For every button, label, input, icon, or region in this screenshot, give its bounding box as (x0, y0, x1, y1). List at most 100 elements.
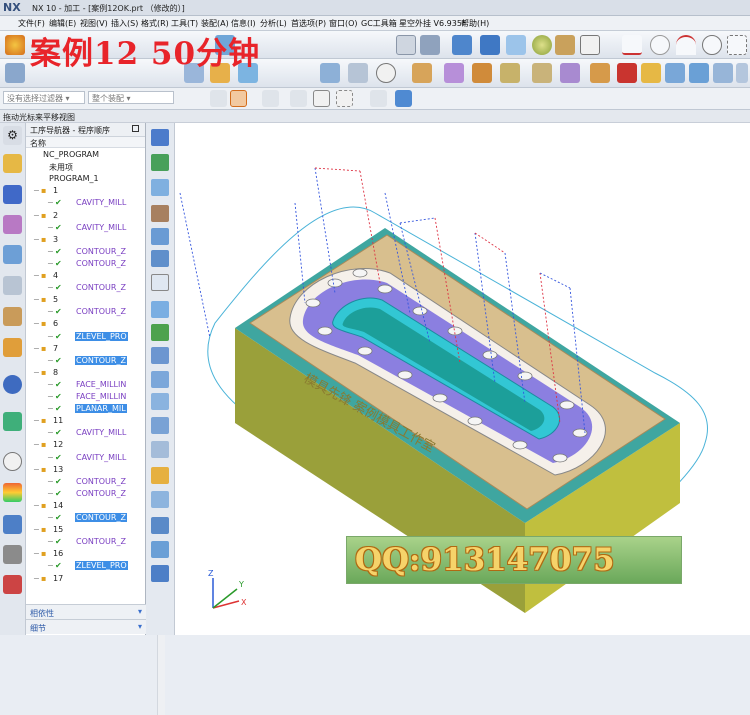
section-icon[interactable] (555, 35, 575, 55)
tree-group-row[interactable]: − ▪ 7 (26, 343, 138, 355)
expand-toggle-icon[interactable]: − (47, 537, 54, 546)
tree-operation-row[interactable]: − ✔ CONTOUR_Z (26, 536, 138, 548)
expand-toggle-icon[interactable]: − (47, 283, 54, 292)
box-icon-5[interactable] (532, 63, 552, 83)
expand-toggle-icon[interactable]: − (33, 295, 40, 304)
details-panel[interactable]: 细节 ▾ (26, 619, 146, 634)
expand-toggle-icon[interactable]: − (47, 307, 54, 316)
menu-plugin[interactable]: 星空外挂 V6.935F (399, 18, 467, 29)
clock-icon[interactable] (376, 63, 396, 83)
dependencies-expand-icon[interactable]: ▾ (138, 607, 142, 616)
maximize-icon[interactable] (132, 125, 139, 132)
expand-toggle-icon[interactable]: − (47, 356, 54, 365)
tree-operation-row[interactable]: − ✔ FACE_MILLIN (26, 391, 138, 403)
snap-point-icon[interactable] (230, 90, 247, 107)
box-icon-8[interactable] (617, 63, 637, 83)
box-icon-11[interactable] (689, 63, 709, 83)
settings-gear-icon[interactable]: ⚙ (3, 126, 22, 145)
web-browser-icon[interactable] (3, 412, 22, 431)
expand-toggle-icon[interactable]: − (33, 416, 40, 425)
expand-toggle-icon[interactable]: − (47, 198, 54, 207)
view-orient-icon[interactable] (420, 35, 440, 55)
box-icon-10[interactable] (665, 63, 685, 83)
tree-group-row[interactable]: − ▪ 6 (26, 318, 138, 330)
tree-group-row[interactable]: − ▪ 1 (26, 185, 138, 197)
start-icon[interactable] (5, 35, 25, 55)
tree-group-row[interactable]: 未用项 (26, 161, 138, 173)
expand-toggle-icon[interactable]: − (33, 368, 40, 377)
method-view-icon[interactable] (3, 245, 22, 264)
machine-tool-icon[interactable] (3, 185, 22, 204)
tree-operation-row[interactable]: − ✔ CONTOUR_Z (26, 488, 138, 500)
pan-icon[interactable] (290, 90, 307, 107)
library-icon[interactable] (3, 338, 22, 357)
expand-toggle-icon[interactable]: − (33, 186, 40, 195)
undo-icon[interactable] (151, 565, 169, 582)
menu-window[interactable]: 窗口(O) (329, 18, 358, 29)
create-method-icon[interactable] (151, 205, 169, 222)
expand-toggle-icon[interactable]: − (47, 428, 54, 437)
history-icon[interactable] (3, 375, 22, 394)
create-geometry-icon[interactable] (151, 179, 169, 196)
tree-operation-row[interactable]: − ✔ ZLEVEL_PRO (26, 331, 138, 343)
box-icon-13[interactable] (736, 63, 748, 83)
rectangle-icon[interactable] (727, 35, 747, 55)
generate-toolpath-icon[interactable] (151, 250, 169, 267)
circle-icon[interactable] (650, 35, 670, 55)
tree-operation-row[interactable]: − ✔ CONTOUR_Z (26, 306, 138, 318)
constraints-icon[interactable] (3, 307, 22, 326)
circle-center-icon[interactable] (702, 35, 722, 55)
tree-group-row[interactable]: − ▪ 16 (26, 548, 138, 560)
rename-icon[interactable] (151, 541, 169, 558)
tree-group-row[interactable]: − ▪ 15 (26, 524, 138, 536)
menu-help[interactable]: 帮助(H) (461, 18, 489, 29)
csys-icon[interactable] (5, 63, 25, 83)
zoom-icon[interactable] (396, 35, 416, 55)
tree-group-row[interactable]: − ▪ 17 (26, 573, 138, 585)
arc-icon[interactable] (676, 35, 696, 55)
cube-view-icon[interactable] (452, 35, 472, 55)
box-icon-3[interactable] (472, 63, 492, 83)
object-display-icon[interactable] (151, 441, 169, 458)
expand-toggle-icon[interactable]: − (47, 223, 54, 232)
expand-toggle-icon[interactable]: − (47, 259, 54, 268)
tree-group-row[interactable]: − ▪ 8 (26, 367, 138, 379)
box-icon-2[interactable] (444, 63, 464, 83)
postprocess-icon[interactable] (348, 63, 368, 83)
box-select-icon[interactable] (336, 90, 353, 107)
tree-operation-row[interactable]: − ✔ CAVITY_MILL (26, 452, 138, 464)
details-expand-icon[interactable]: ▾ (138, 622, 142, 631)
expand-toggle-icon[interactable]: − (33, 549, 40, 558)
tree-group-row[interactable]: − ▪ 3 (26, 234, 138, 246)
operation-navigator-icon[interactable] (3, 154, 22, 173)
grid-icon[interactable] (151, 491, 169, 508)
shop-doc-icon[interactable] (151, 371, 169, 388)
feeds-speeds-icon[interactable] (151, 393, 169, 410)
expand-toggle-icon[interactable]: − (33, 440, 40, 449)
create-program-icon[interactable] (151, 129, 169, 146)
geometry-view-icon[interactable] (3, 215, 22, 234)
expand-toggle-icon[interactable]: − (47, 392, 54, 401)
verify-toolpath-icon[interactable] (151, 324, 169, 341)
menu-preferences[interactable]: 首选项(P) (291, 18, 326, 29)
box-icon-6[interactable] (560, 63, 580, 83)
tree-group-row[interactable]: − ▪ 2 (26, 210, 138, 222)
tree-operation-row[interactable]: − ✔ CONTOUR_Z (26, 355, 138, 367)
box-icon-9[interactable] (641, 63, 661, 83)
hexagon-icon[interactable] (313, 90, 330, 107)
menu-gc-toolbox[interactable]: GC工具箱 (361, 18, 397, 29)
tree-group-row[interactable]: NC_PROGRAM (26, 149, 138, 161)
tree-group-row[interactable]: − ▪ 12 (26, 439, 138, 451)
replay-toolpath-icon[interactable] (151, 274, 169, 291)
tree-operation-row[interactable]: − ✔ CAVITY_MILL (26, 427, 138, 439)
tree-operation-row[interactable]: − ✔ FACE_MILLIN (26, 379, 138, 391)
postprocess-op-icon[interactable] (151, 347, 169, 364)
tree-operation-row[interactable]: − ✔ CONTOUR_Z (26, 476, 138, 488)
clock-history-icon[interactable] (3, 452, 22, 471)
expand-toggle-icon[interactable]: − (47, 404, 54, 413)
view-triad-icon[interactable] (370, 90, 387, 107)
expand-toggle-icon[interactable]: − (47, 247, 54, 256)
assembly-filter[interactable]: 整个装配 ▾ (88, 91, 174, 104)
expand-toggle-icon[interactable]: − (33, 525, 40, 534)
shaded-cube-icon[interactable] (395, 90, 412, 107)
